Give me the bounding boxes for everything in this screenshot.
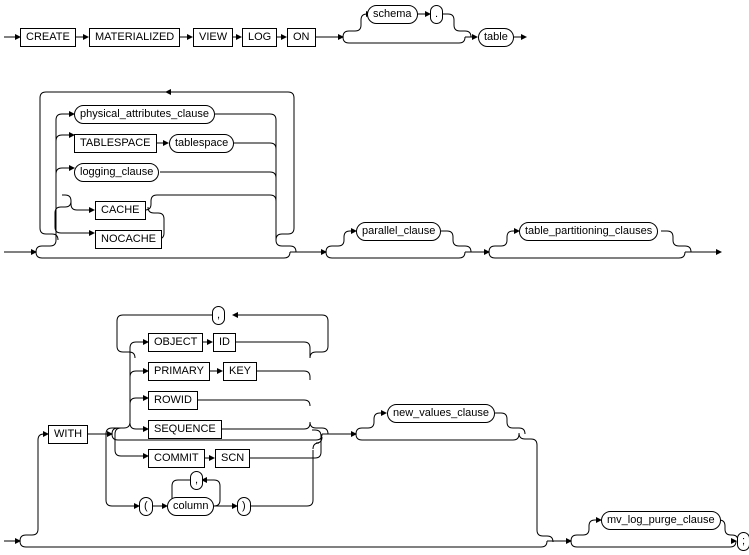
- punct-rparen: ): [237, 497, 251, 516]
- nt-table-partitioning: table_partitioning_clauses: [519, 222, 658, 241]
- kw-key: KEY: [223, 362, 257, 381]
- kw-on: ON: [287, 28, 316, 47]
- nt-table: table: [478, 28, 514, 47]
- railroad-connectors: [0, 0, 749, 555]
- kw-sequence: SEQUENCE: [148, 420, 222, 439]
- kw-scn: SCN: [215, 449, 250, 468]
- punct-dot: .: [430, 5, 443, 24]
- kw-nocache: NOCACHE: [95, 230, 162, 249]
- nt-physical-attributes: physical_attributes_clause: [74, 105, 215, 124]
- kw-cache: CACHE: [95, 201, 146, 220]
- kw-log: LOG: [242, 28, 277, 47]
- nt-tablespace: tablespace: [169, 134, 234, 153]
- kw-id: ID: [213, 333, 236, 352]
- nt-parallel-clause: parallel_clause: [356, 222, 441, 241]
- nt-logging-clause: logging_clause: [74, 163, 159, 182]
- kw-create: CREATE: [20, 28, 76, 47]
- kw-materialized: MATERIALIZED: [89, 28, 180, 47]
- nt-schema: schema: [367, 5, 418, 24]
- nt-new-values-clause: new_values_clause: [387, 404, 495, 423]
- punct-semi: ;: [737, 532, 749, 551]
- kw-commit: COMMIT: [148, 449, 205, 468]
- kw-primary: PRIMARY: [148, 362, 210, 381]
- punct-comma-1: ,: [212, 306, 225, 325]
- kw-rowid: ROWID: [148, 391, 198, 410]
- kw-with: WITH: [48, 425, 88, 444]
- nt-column: column: [167, 497, 214, 516]
- punct-comma-2: ,: [190, 471, 203, 490]
- nt-mv-log-purge-clause: mv_log_purge_clause: [601, 511, 721, 530]
- punct-lparen: (: [139, 497, 153, 516]
- syntax-diagram: CREATE MATERIALIZED VIEW LOG ON schema .…: [0, 0, 749, 555]
- kw-object: OBJECT: [148, 333, 203, 352]
- kw-view: VIEW: [193, 28, 233, 47]
- kw-tablespace: TABLESPACE: [74, 134, 157, 153]
